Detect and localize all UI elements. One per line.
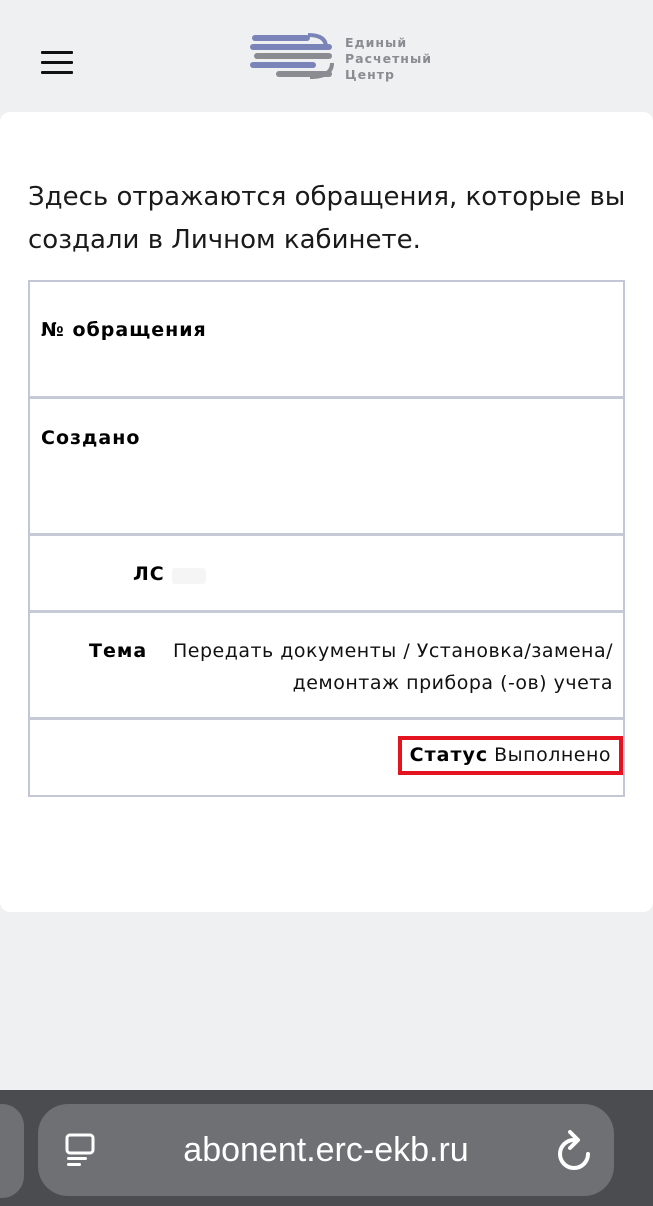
erc-logo[interactable]: Единый Расчетный Центр [250, 33, 440, 85]
table-row-created: Создано [30, 399, 623, 536]
status-label: Статус [409, 744, 489, 766]
reload-icon[interactable] [554, 1128, 594, 1172]
theme-label: Тема [89, 640, 148, 662]
url-field[interactable]: abonent.erc-ekb.ru [38, 1104, 614, 1196]
theme-value: Передать документы / Установка/замена/ д… [172, 640, 613, 694]
previous-tab[interactable] [0, 1104, 24, 1198]
browser-address-bar: abonent.erc-ekb.ru [0, 1090, 653, 1206]
logo-mark-icon [250, 33, 334, 79]
status-value: Выполнено [494, 744, 611, 766]
hamburger-menu-icon[interactable] [41, 51, 73, 75]
reader-mode-icon[interactable] [63, 1132, 99, 1168]
intro-text: Здесь отражаются обращения, которые вы с… [28, 182, 626, 255]
status-highlight-box: Статус Выполнено [397, 736, 623, 775]
header: Единый Расчетный Центр [0, 0, 653, 112]
account-label: ЛС [133, 563, 165, 585]
account-value-redacted [172, 568, 206, 584]
logo-text: Единый Расчетный Центр [345, 35, 432, 83]
logo-line-3: Центр [345, 67, 395, 82]
logo-line-2: Расчетный [345, 51, 433, 66]
table-row-number: № обращения [30, 282, 623, 399]
created-label: Создано [41, 427, 141, 449]
logo-line-1: Единый [345, 35, 408, 50]
table-row-status: Статус Выполнено [30, 720, 623, 795]
table-row-account: ЛС [30, 536, 623, 613]
request-table: № обращения Создано ЛС Тема Передать док… [28, 280, 625, 797]
number-label: № обращения [41, 319, 207, 341]
table-row-theme: Тема Передать документы / Установка/заме… [30, 613, 623, 720]
requests-card: Здесь отражаются обращения, которые вы с… [0, 112, 653, 912]
url-text[interactable]: abonent.erc-ekb.ru [38, 1104, 614, 1196]
